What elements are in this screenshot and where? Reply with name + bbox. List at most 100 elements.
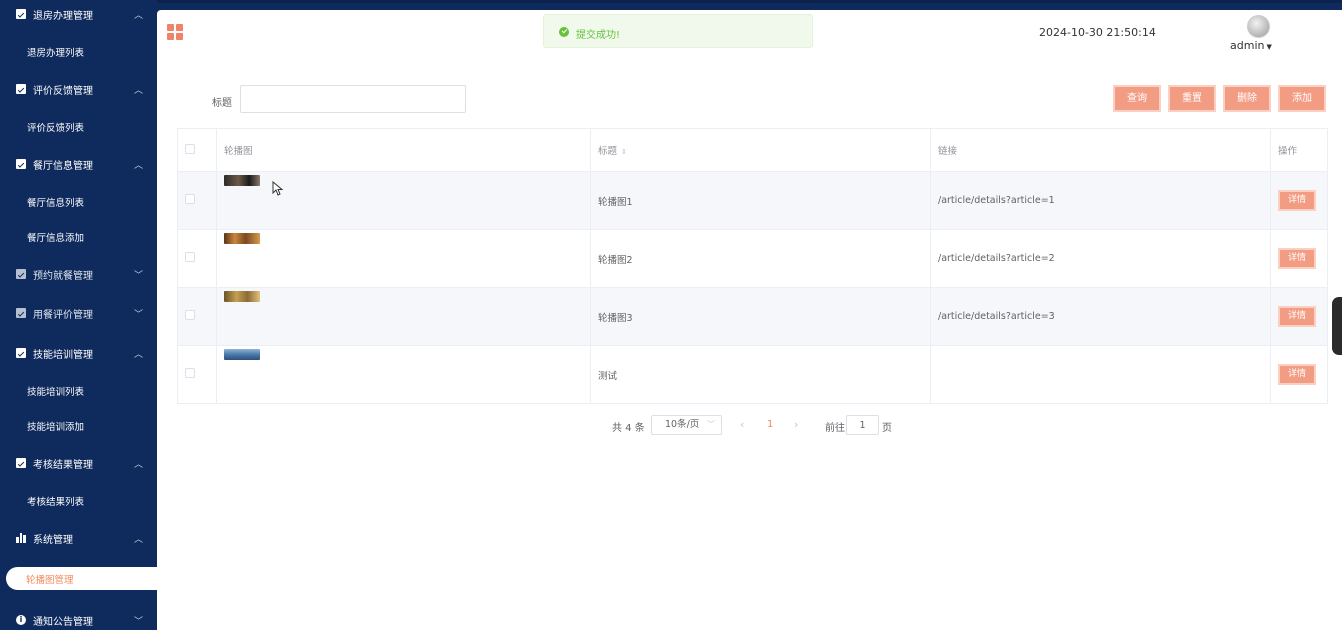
row-link: /article/details?article=1 [930, 171, 1271, 230]
top-border [0, 0, 1342, 3]
sidebar-item-training-add[interactable]: 技能培训添加 [27, 419, 84, 433]
prev-page-button[interactable]: ‹ [740, 418, 744, 431]
checkbox-icon [16, 84, 26, 94]
sidebar-item-assessment-list[interactable]: 考核结果列表 [27, 494, 84, 508]
sidebar-item-feedback-list[interactable]: 评价反馈列表 [27, 120, 84, 134]
carousel-thumbnail [224, 232, 260, 244]
sidebar-item-checkout-list[interactable]: 退房办理列表 [27, 45, 84, 59]
sidebar-group-dining-review[interactable]: 用餐评价管理 ﹀ [0, 295, 157, 331]
user-menu[interactable]: admin ▼ [1230, 39, 1272, 52]
bar-chart-icon [16, 533, 26, 543]
username: admin [1230, 39, 1265, 52]
detail-button[interactable]: 详情 [1278, 248, 1316, 269]
chevron-down-icon: ﹀ [133, 270, 143, 281]
sidebar-group-reservation[interactable]: 预约就餐管理 ﹀ [0, 256, 157, 292]
row-title: 测试 [590, 345, 931, 404]
sidebar-group-training[interactable]: 技能培训管理 ︿ [0, 335, 157, 371]
pagination-total: 共 4 条 [612, 423, 645, 434]
chevron-up-icon: ︿ [133, 349, 143, 360]
sidebar-group-notice[interactable]: i 通知公告管理 ﹀ [0, 602, 157, 630]
chevron-down-icon: ﹀ [707, 420, 715, 429]
chevron-down-icon: ﹀ [133, 309, 143, 320]
table-row: 轮播图3 /article/details?article=3 详情 [177, 287, 1328, 346]
sidebar-group-label: 技能培训管理 [33, 349, 93, 361]
sidebar-group-feedback[interactable]: 评价反馈管理 ︿ [0, 71, 157, 107]
sidebar-group-label: 餐厅信息管理 [33, 160, 93, 172]
info-icon: i [16, 615, 26, 625]
row-link [930, 345, 1271, 404]
sidebar-group-assessment[interactable]: 考核结果管理 ︿ [0, 445, 157, 481]
table-row: 轮播图2 /article/details?article=2 详情 [177, 229, 1328, 288]
checkbox-icon [16, 308, 26, 318]
detail-button[interactable]: 详情 [1278, 306, 1316, 327]
checkbox-icon [16, 269, 26, 279]
column-header-action: 操作 [1270, 128, 1328, 172]
chevron-down-icon: ﹀ [133, 616, 143, 627]
carousel-thumbnail [224, 290, 260, 302]
menu-grid-icon[interactable] [167, 24, 183, 40]
row-link: /article/details?article=2 [930, 229, 1271, 288]
column-header-link: 链接 [930, 128, 1271, 172]
sidebar-item-restaurant-add[interactable]: 餐厅信息添加 [27, 230, 84, 244]
detail-button[interactable]: 详情 [1278, 364, 1316, 385]
sidebar-item-label: 轮播图管理 [26, 575, 74, 586]
row-title: 轮播图2 [590, 229, 931, 288]
checkbox-icon [16, 348, 26, 358]
row-checkbox[interactable] [185, 194, 195, 204]
row-link: /article/details?article=3 [930, 287, 1271, 346]
pagination: 共 4 条 10条/页 ﹀ ‹ 1 › 前往 页 [157, 415, 1342, 435]
sidebar: 退房办理管理 ︿ 退房办理列表 评价反馈管理 ︿ 评价反馈列表 餐厅信息管理 ︿… [0, 0, 157, 630]
sidebar-group-system[interactable]: 系统管理 ︿ [0, 520, 157, 556]
goto-suffix: 页 [882, 423, 892, 434]
row-checkbox[interactable] [185, 310, 195, 320]
chevron-up-icon: ︿ [133, 10, 143, 21]
reset-button[interactable]: 重置 [1168, 85, 1216, 112]
sidebar-group-checkout[interactable]: 退房办理管理 ︿ [0, 0, 157, 32]
sidebar-group-restaurant[interactable]: 餐厅信息管理 ︿ [0, 146, 157, 182]
sidebar-group-label: 考核结果管理 [33, 459, 93, 471]
row-checkbox[interactable] [185, 252, 195, 262]
chevron-up-icon: ︿ [133, 85, 143, 96]
sidebar-group-label: 预约就餐管理 [33, 270, 93, 282]
sidebar-group-label: 用餐评价管理 [33, 309, 93, 321]
main-panel: 提交成功! 2024-10-30 21:50:14 admin ▼ 标题 查询 重… [157, 10, 1342, 630]
page-number-current[interactable]: 1 [767, 419, 773, 430]
chevron-up-icon: ︿ [133, 160, 143, 171]
avatar[interactable] [1247, 15, 1270, 38]
carousel-table: 轮播图 标题 ⇕ 链接 操作 轮播图1 /article/details?arti… [177, 128, 1328, 404]
checkbox-icon [16, 159, 26, 169]
carousel-thumbnail [224, 348, 260, 360]
success-check-icon [559, 27, 569, 37]
delete-button[interactable]: 删除 [1223, 85, 1271, 112]
next-page-button[interactable]: › [794, 418, 798, 431]
chevron-up-icon: ︿ [133, 459, 143, 470]
query-button[interactable]: 查询 [1113, 85, 1161, 112]
row-checkbox[interactable] [185, 368, 195, 378]
page-size-select[interactable]: 10条/页 ﹀ [651, 415, 722, 435]
column-header-image: 轮播图 [216, 128, 591, 172]
chevron-up-icon: ︿ [133, 534, 143, 545]
sidebar-group-label: 退房办理管理 [33, 10, 93, 22]
column-header-title[interactable]: 标题 ⇕ [590, 128, 931, 172]
goto-page-input[interactable] [846, 415, 879, 435]
sort-icon[interactable]: ⇕ [621, 148, 627, 156]
select-all-cell [177, 128, 217, 172]
table-row: 测试 详情 [177, 345, 1328, 404]
checkbox-icon [16, 458, 26, 468]
table-header-row: 轮播图 标题 ⇕ 链接 操作 [177, 128, 1328, 172]
table-row: 轮播图1 /article/details?article=1 详情 [177, 171, 1328, 230]
carousel-thumbnail [224, 174, 260, 186]
current-datetime: 2024-10-30 21:50:14 [1039, 26, 1156, 39]
sidebar-group-label: 评价反馈管理 [33, 85, 93, 97]
sidebar-group-label: 通知公告管理 [33, 616, 93, 628]
add-button[interactable]: 添加 [1278, 85, 1326, 112]
sidebar-item-carousel[interactable]: 轮播图管理 [6, 567, 157, 590]
sidebar-item-training-list[interactable]: 技能培训列表 [27, 384, 84, 398]
title-filter-label: 标题 [212, 98, 232, 109]
sidebar-item-restaurant-list[interactable]: 餐厅信息列表 [27, 195, 84, 209]
side-handle[interactable] [1332, 297, 1342, 355]
select-all-checkbox[interactable] [185, 143, 195, 154]
detail-button[interactable]: 详情 [1278, 190, 1316, 211]
toast-message: 提交成功! [576, 30, 621, 41]
title-filter-input[interactable] [240, 85, 466, 113]
